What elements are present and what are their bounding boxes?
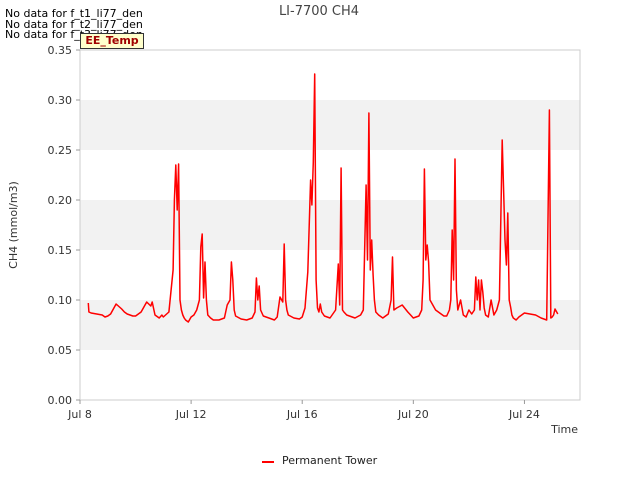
x-axis: Jul 8 Jul 12 Jul 16 Jul 20 Jul 24 xyxy=(67,400,540,421)
grid-band xyxy=(80,50,580,100)
y-tick-label: 0.30 xyxy=(48,94,73,107)
grid-band xyxy=(80,150,580,200)
y-axis-label: CH4 (mmol/m3) xyxy=(7,181,20,269)
x-tick-label: Jul 12 xyxy=(175,408,207,421)
y-tick-label: 0.15 xyxy=(48,244,73,257)
x-tick-label: Jul 20 xyxy=(397,408,429,421)
chart: LI-7700 CH4 0.00 0.05 0.10 0.15 0.20 0.25 0.30… xyxy=(7,4,581,467)
legend-label: Permanent Tower xyxy=(282,454,378,467)
legend[interactable]: Permanent Tower xyxy=(262,454,378,467)
grid-band xyxy=(80,350,580,400)
grid-band xyxy=(80,250,580,300)
x-tick-label: Jul 8 xyxy=(67,408,92,421)
grid-band xyxy=(80,300,580,350)
y-tick-label: 0.25 xyxy=(48,144,73,157)
x-axis-label: Time xyxy=(550,423,578,436)
y-tick-label: 0.05 xyxy=(48,344,73,357)
grid-band xyxy=(80,100,580,150)
ee-temp-badge[interactable]: EE_Temp xyxy=(80,33,144,49)
y-tick-label: 0.00 xyxy=(48,394,73,407)
y-axis: 0.00 0.05 0.10 0.15 0.20 0.25 0.30 0.35 xyxy=(48,44,80,407)
y-tick-label: 0.20 xyxy=(48,194,73,207)
chart-title: LI-7700 CH4 xyxy=(279,4,359,19)
y-tick-label: 0.35 xyxy=(48,44,73,57)
x-tick-label: Jul 24 xyxy=(508,408,540,421)
x-tick-label: Jul 16 xyxy=(286,408,318,421)
y-tick-label: 0.10 xyxy=(48,294,73,307)
